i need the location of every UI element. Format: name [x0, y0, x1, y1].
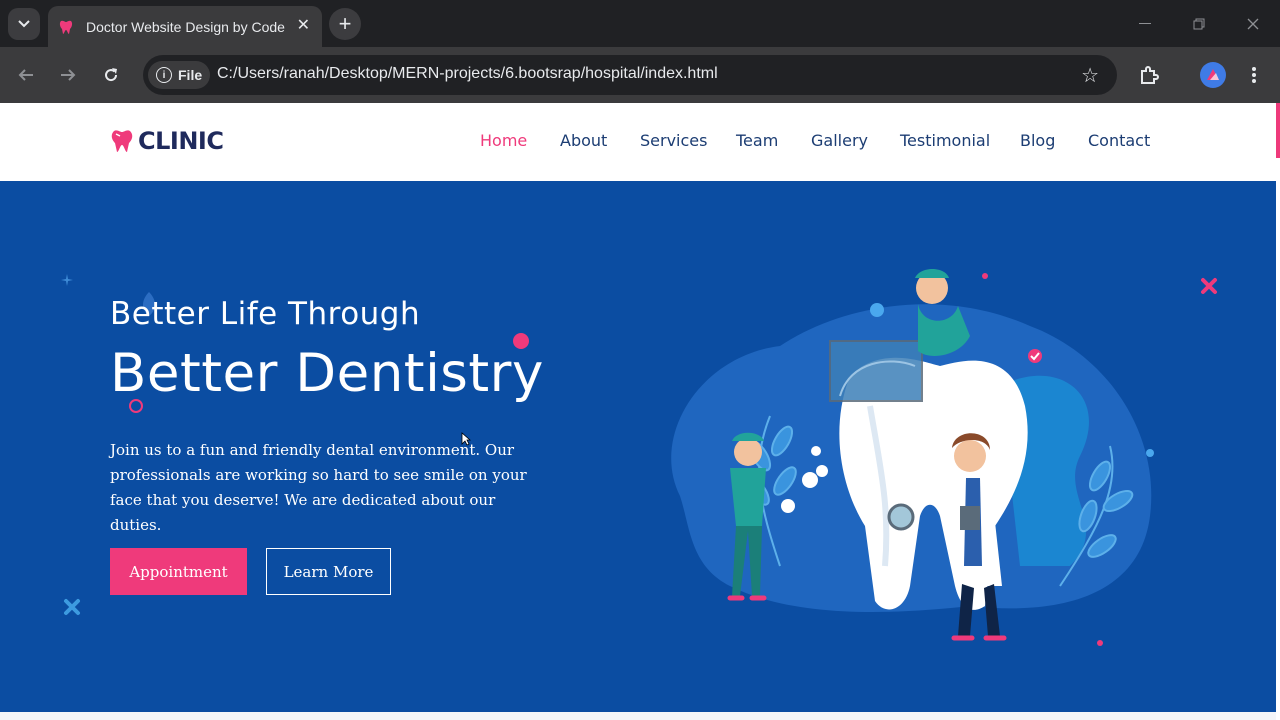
hero-section: Better Life Through Better Dentistry Joi…: [0, 181, 1276, 712]
tooth-logo-icon: [111, 130, 133, 152]
page-scrollbar-thumb[interactable]: [1276, 103, 1280, 158]
dentistry-illustration: [671, 269, 1154, 646]
nav-contact[interactable]: Contact: [1088, 131, 1150, 150]
new-tab-button[interactable]: +: [329, 8, 361, 40]
tab-search-button[interactable]: [8, 8, 40, 40]
browser-tab-bar: Doctor Website Design by Code ✕ +: [0, 0, 1280, 47]
appointment-button[interactable]: Appointment: [110, 548, 247, 595]
learn-more-button[interactable]: Learn More: [266, 548, 391, 595]
reload-icon[interactable]: [99, 63, 123, 87]
logo-text: CLINIC: [138, 127, 224, 155]
site-info-chip[interactable]: i File: [148, 61, 210, 89]
profile-avatar[interactable]: [1200, 62, 1226, 88]
close-window-icon[interactable]: [1241, 12, 1265, 36]
site-chip-label: File: [178, 67, 203, 83]
nav-testimonial[interactable]: Testimonial: [900, 131, 990, 150]
forward-arrow-icon[interactable]: [56, 63, 80, 87]
nav-services[interactable]: Services: [640, 131, 707, 150]
back-arrow-icon[interactable]: [14, 63, 38, 87]
nav-team[interactable]: Team: [736, 131, 778, 150]
mouse-cursor-icon: [461, 432, 471, 446]
x-decoration-icon: [64, 599, 80, 615]
minimize-icon[interactable]: [1133, 12, 1157, 36]
nav-gallery[interactable]: Gallery: [811, 131, 868, 150]
browser-menu-icon[interactable]: [1242, 63, 1266, 87]
nav-home[interactable]: Home: [480, 131, 527, 150]
next-section-edge: [0, 712, 1276, 720]
hero-title: Better Dentistry: [110, 343, 544, 404]
pink-x-decoration-icon: [1201, 278, 1217, 294]
nav-blog[interactable]: Blog: [1020, 131, 1055, 150]
address-bar[interactable]: i File C:/Users/ranah/Desktop/MERN-proje…: [143, 55, 1117, 95]
tab-title: Doctor Website Design by Code: [86, 18, 285, 35]
page-scrollbar-track[interactable]: [1276, 103, 1280, 720]
tab-close-icon[interactable]: ✕: [297, 16, 310, 36]
bookmark-star-icon[interactable]: ☆: [1081, 63, 1099, 88]
chevron-down-icon: [18, 20, 30, 28]
sparkle-decoration-icon: [61, 274, 73, 286]
nav-about[interactable]: About: [560, 131, 607, 150]
extensions-puzzle-icon[interactable]: [1137, 63, 1161, 87]
tooth-favicon-icon: [58, 19, 74, 35]
url-text[interactable]: C:/Users/ranah/Desktop/MERN-projects/6.b…: [217, 65, 718, 83]
hero-subtitle: Better Life Through: [110, 296, 421, 332]
info-icon: i: [156, 67, 172, 83]
browser-toolbar: i File C:/Users/ranah/Desktop/MERN-proje…: [0, 47, 1280, 103]
site-header: CLINIC Home About Services Team Gallery …: [0, 103, 1276, 181]
hero-description: Join us to a fun and friendly dental env…: [110, 441, 527, 534]
clinic-logo[interactable]: CLINIC: [109, 127, 224, 155]
browser-tab[interactable]: Doctor Website Design by Code ✕: [48, 6, 322, 47]
restore-icon[interactable]: [1187, 12, 1211, 36]
